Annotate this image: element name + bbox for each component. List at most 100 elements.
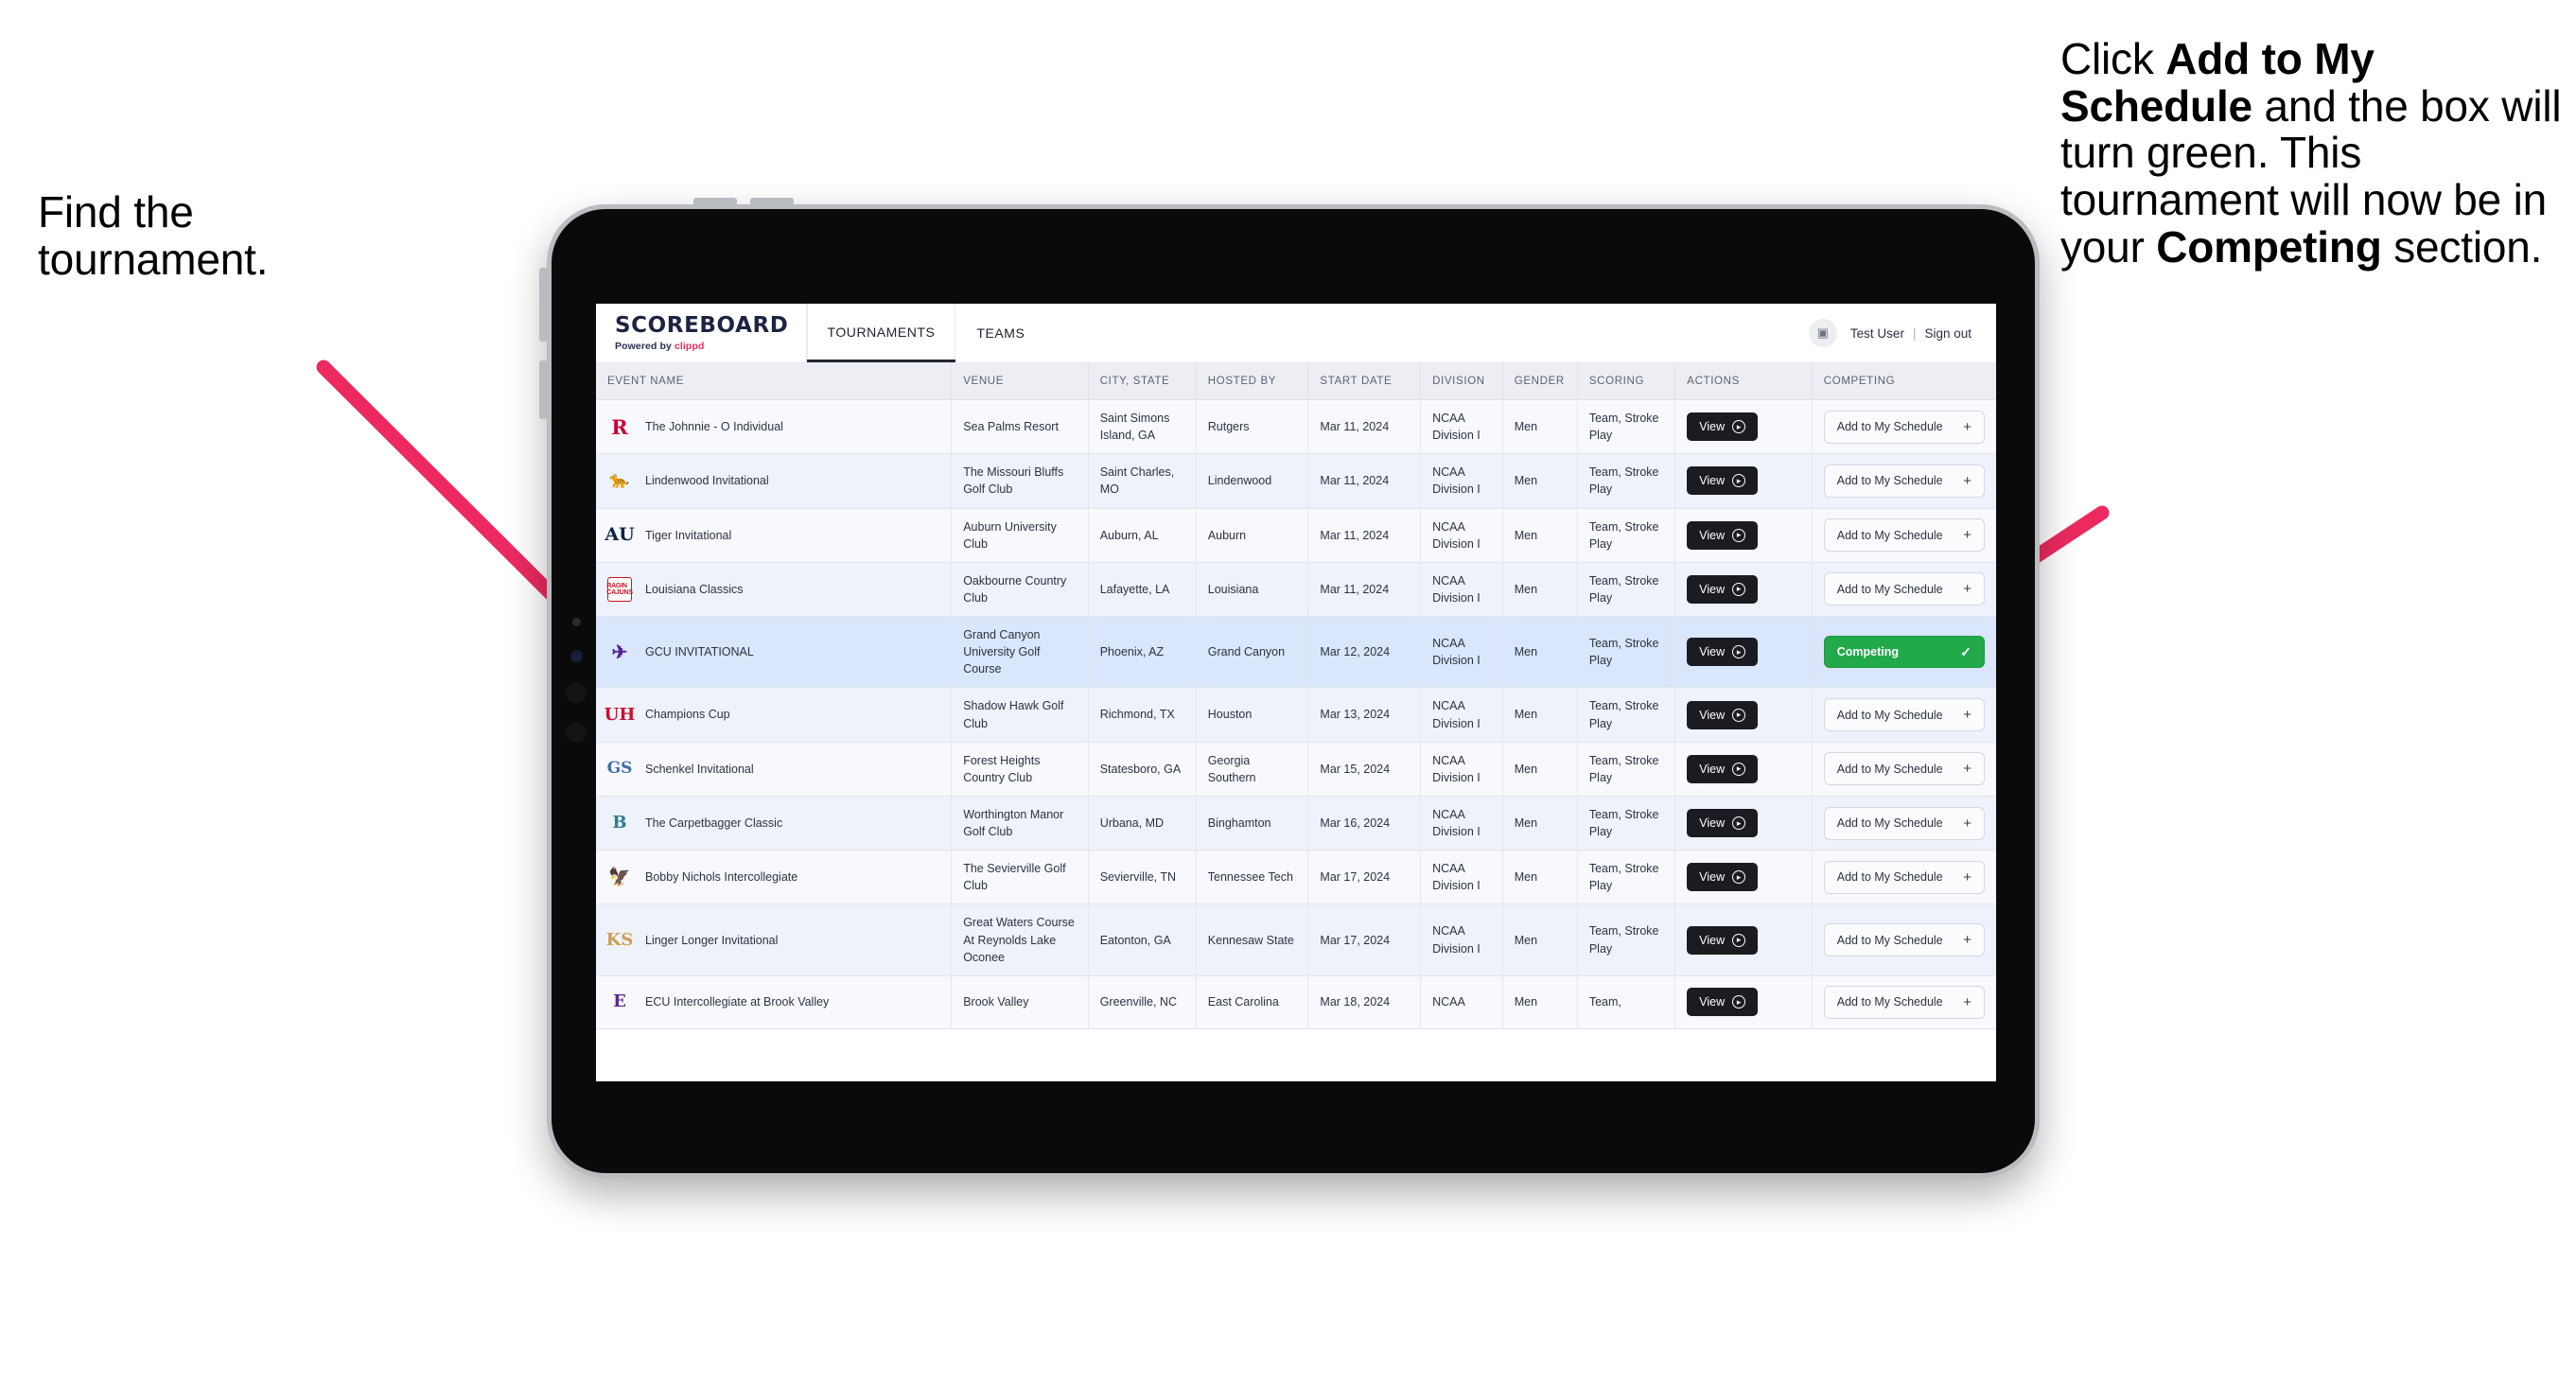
event-name-label: Schenkel Invitational — [645, 762, 754, 776]
cell-gender: Men — [1502, 508, 1578, 563]
view-button[interactable]: View ▸ — [1687, 466, 1759, 496]
view-button[interactable]: View ▸ — [1687, 638, 1759, 667]
device-volume-up-button[interactable] — [539, 268, 548, 342]
arrow-right-circle-icon: ▸ — [1732, 995, 1746, 1009]
add-to-my-schedule-button[interactable]: Add to My Schedule + — [1823, 806, 1985, 840]
nav-tabs: TOURNAMENTS TEAMS — [806, 304, 1046, 362]
cell-venue: Brook Valley — [951, 975, 1089, 1029]
view-button-label: View — [1699, 474, 1726, 488]
user-separator: | — [1912, 325, 1917, 341]
team-logo-icon: 🦅 — [608, 866, 631, 887]
column-header-hosted-by[interactable]: HOSTED BY — [1196, 363, 1309, 400]
cell-competing: Add to My Schedule + — [1812, 796, 1996, 851]
view-button[interactable]: View ▸ — [1687, 520, 1759, 550]
column-header-gender[interactable]: GENDER — [1502, 363, 1578, 400]
cell-hosted-by: Grand Canyon — [1196, 616, 1309, 689]
add-to-my-schedule-button[interactable]: Add to My Schedule + — [1823, 464, 1985, 498]
column-header-venue[interactable]: VENUE — [951, 363, 1089, 400]
cell-event-name: RAGIN CAJUNS Louisiana Classics — [596, 562, 953, 618]
cell-venue: Shadow Hawk Golf Club — [951, 687, 1089, 743]
team-logo-icon: E — [613, 991, 626, 1012]
cell-city-state: Saint Simons Island, GA — [1088, 399, 1197, 455]
add-to-my-schedule-button[interactable]: Add to My Schedule + — [1823, 860, 1985, 894]
column-header-start-date[interactable]: START DATE — [1307, 363, 1422, 400]
plus-icon: + — [1963, 815, 1971, 832]
table-row[interactable]: KS Linger Longer Invitational Great Waters… — [596, 904, 1996, 976]
cell-gender: Men — [1502, 975, 1578, 1029]
tab-tournaments[interactable]: TOURNAMENTS — [806, 304, 956, 362]
tournaments-table: EVENT NAME VENUE CITY, STATE HOSTED BY S… — [596, 363, 1996, 1029]
cell-event-name: AU Tiger Invitational — [596, 508, 953, 563]
view-button[interactable]: View ▸ — [1687, 925, 1759, 955]
cell-start-date: Mar 11, 2024 — [1307, 399, 1422, 455]
add-to-my-schedule-label: Add to My Schedule — [1836, 528, 1943, 542]
plus-icon: + — [1963, 418, 1971, 435]
device-volume-down-button[interactable] — [539, 360, 548, 419]
add-to-my-schedule-button[interactable]: Add to My Schedule + — [1823, 518, 1985, 553]
column-header-scoring[interactable]: SCORING — [1577, 363, 1676, 400]
app-viewport: SCOREBOARD Powered by clippd TOURNAMENTS… — [596, 304, 1996, 1081]
cell-competing: Add to My Schedule + — [1812, 904, 1996, 976]
view-button[interactable]: View ▸ — [1687, 412, 1759, 442]
event-name-cell: R The Johnnie - O Individual — [607, 414, 939, 439]
cell-event-name: 🦅 Bobby Nichols Intercollegiate — [596, 850, 953, 905]
cell-city-state: Greenville, NC — [1088, 975, 1197, 1029]
add-to-my-schedule-label: Add to My Schedule — [1836, 474, 1943, 488]
arrow-right-circle-icon: ▸ — [1732, 816, 1746, 830]
cell-actions: View ▸ — [1674, 975, 1813, 1029]
add-to-my-schedule-button[interactable]: Add to My Schedule + — [1823, 410, 1985, 444]
table-row[interactable]: E ECU Intercollegiate at Brook Valley Broo… — [596, 975, 1996, 1029]
view-button[interactable]: View ▸ — [1687, 863, 1759, 892]
tablet-device-frame: SCOREBOARD Powered by clippd TOURNAMENTS… — [539, 198, 2040, 1178]
table-row[interactable]: ✈ GCU INVITATIONAL Grand Canyon University… — [596, 616, 1996, 689]
event-name-cell: KS Linger Longer Invitational — [606, 928, 939, 953]
view-button[interactable]: View ▸ — [1687, 809, 1759, 837]
add-to-my-schedule-button[interactable]: Add to My Schedule + — [1823, 923, 1985, 957]
table-row[interactable]: GS Schenkel Invitational Forest Heights Co… — [596, 742, 1996, 797]
cell-scoring: Team, Stroke Play — [1577, 399, 1676, 455]
cell-actions: View ▸ — [1674, 742, 1813, 797]
device-top-button-1[interactable] — [693, 198, 737, 206]
user-avatar-icon[interactable]: ▣ — [1808, 319, 1837, 347]
cell-division: NCAA — [1420, 975, 1503, 1029]
sign-out-link[interactable]: Sign out — [1924, 326, 1971, 341]
tab-teams[interactable]: TEAMS — [955, 304, 1045, 362]
team-logo-icon: RAGIN CAJUNS — [606, 576, 633, 602]
annotation-right-seg3: section. — [2381, 221, 2543, 272]
column-header-division[interactable]: DIVISION — [1420, 363, 1503, 400]
add-to-my-schedule-button[interactable]: Add to My Schedule + — [1823, 985, 1985, 1019]
device-camera-icon — [570, 650, 583, 662]
cell-gender: Men — [1502, 399, 1578, 455]
team-logo-icon: GS — [606, 759, 633, 779]
add-to-my-schedule-button[interactable]: Add to My Schedule + — [1823, 572, 1985, 606]
cell-hosted-by: Binghamton — [1196, 796, 1309, 851]
view-button[interactable]: View ▸ — [1687, 574, 1759, 604]
competing-button[interactable]: Competing ✓ — [1823, 636, 1985, 669]
table-row[interactable]: B The Carpetbagger Classic Worthington Man… — [596, 796, 1996, 851]
cell-start-date: Mar 17, 2024 — [1307, 904, 1422, 976]
cell-scoring: Team, Stroke Play — [1577, 904, 1676, 976]
add-to-my-schedule-button[interactable]: Add to My Schedule + — [1823, 752, 1985, 786]
add-to-my-schedule-label: Add to My Schedule — [1836, 420, 1943, 434]
add-to-my-schedule-button[interactable]: Add to My Schedule + — [1823, 698, 1985, 731]
table-row[interactable]: AU Tiger Invitational Auburn University Cl… — [596, 508, 1996, 563]
plus-icon: + — [1963, 932, 1971, 949]
table-row[interactable]: RAGIN CAJUNS Louisiana Classics Oakbourne … — [596, 562, 1996, 618]
table-row[interactable]: 🐆 Lindenwood Invitational The Missouri Blu… — [596, 453, 1996, 509]
cell-venue: The Sevierville Golf Club — [951, 850, 1089, 905]
table-row[interactable]: R The Johnnie - O Individual Sea Palms Res… — [596, 399, 1996, 455]
arrow-right-circle-icon: ▸ — [1732, 474, 1746, 488]
column-header-event-name[interactable]: EVENT NAME — [596, 363, 953, 400]
cell-division: NCAA Division I — [1420, 796, 1503, 851]
view-button[interactable]: View ▸ — [1687, 754, 1759, 783]
view-button[interactable]: View ▸ — [1687, 988, 1759, 1017]
column-header-city-state[interactable]: CITY, STATE — [1088, 363, 1197, 400]
device-top-button-2[interactable] — [750, 198, 794, 206]
cell-competing: Add to My Schedule + — [1812, 975, 1996, 1029]
view-button[interactable]: View ▸ — [1687, 700, 1759, 729]
table-row[interactable]: UH Champions Cup Shadow Hawk Golf Club Rich… — [596, 687, 1996, 743]
cell-city-state: Sevierville, TN — [1088, 850, 1197, 905]
brand-logo[interactable]: SCOREBOARD Powered by clippd — [596, 304, 807, 362]
table-row[interactable]: 🦅 Bobby Nichols Intercollegiate The Sevier… — [596, 850, 1996, 905]
cell-competing: Add to My Schedule + — [1812, 742, 1996, 797]
